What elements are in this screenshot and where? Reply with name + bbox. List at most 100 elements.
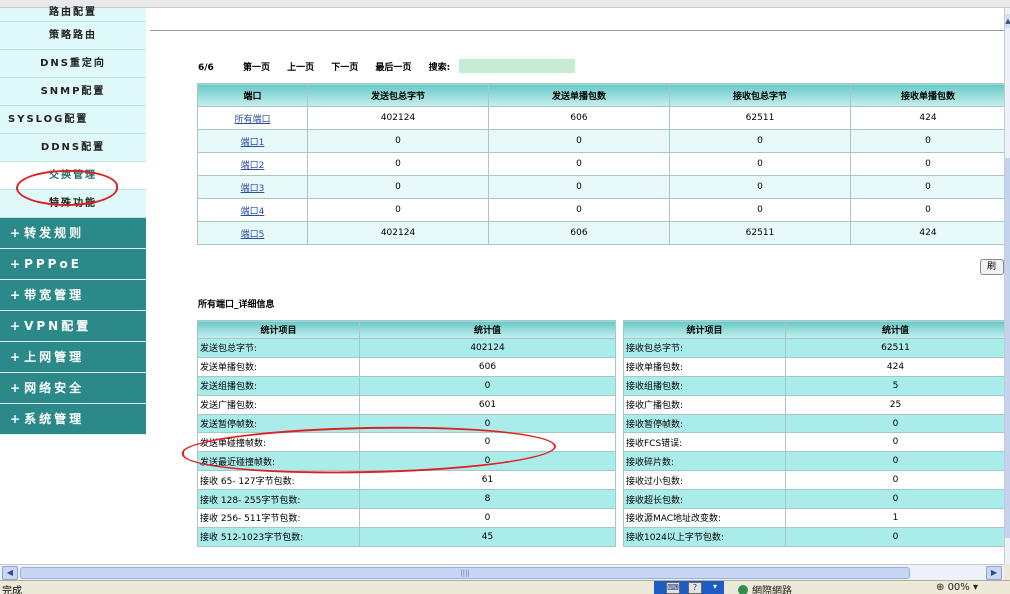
port-link-2[interactable]: 端口2 [241, 161, 265, 171]
stat-value: 0 [359, 413, 616, 434]
table-cell: 0 [307, 175, 489, 199]
help-icon[interactable]: ? [688, 582, 702, 594]
table-cell: 0 [307, 129, 489, 153]
table-cell: 606 [488, 221, 670, 245]
stat-value: 5 [785, 375, 1006, 396]
table-cell: 0 [488, 129, 670, 153]
sidebar-menu-pppoe[interactable]: + PPPoE [0, 249, 146, 280]
port-link-all[interactable]: 所有端口 [234, 115, 270, 125]
table-row: 端口2 0 0 0 0 [197, 152, 1006, 176]
stat-value: 0 [785, 432, 1006, 453]
table-row: 接收过小包数: 0 [623, 470, 1006, 491]
keyboard-icon[interactable]: ⌨ [666, 582, 680, 594]
table-row: 接收碎片数: 0 [623, 451, 1006, 472]
horizontal-scrollbar[interactable]: ◀ |||| ▶ [0, 564, 1004, 580]
first-page-link[interactable]: 第一页 [243, 63, 270, 73]
stat-label: 发送组播包数: [197, 375, 360, 396]
zone-label: 網際網路 [752, 586, 792, 594]
sidebar-item-policy-routing[interactable]: 策略路由 [0, 22, 146, 50]
scroll-thumb[interactable]: |||| [20, 567, 910, 579]
table-row: 接收超长包数: 0 [623, 489, 1006, 510]
stat-label: 接收过小包数: [623, 470, 786, 491]
table-row: 接收包总字节: 62511 [623, 338, 1006, 358]
table-cell: 0 [488, 175, 670, 199]
table-row: 端口5 402124 606 62511 424 [197, 221, 1006, 245]
column-header: 接收包总字节 [669, 83, 851, 107]
table-header-row: 统计项目 统计值 [623, 320, 1006, 339]
sidebar-menu-internet-management[interactable]: + 上网管理 [0, 342, 146, 373]
port-link-4[interactable]: 端口4 [241, 207, 265, 217]
sidebar-menu-bandwidth[interactable]: + 带宽管理 [0, 280, 146, 311]
vertical-scrollbar[interactable]: ▲ [1004, 8, 1010, 564]
table-cell: 0 [307, 152, 489, 176]
stat-value: 61 [359, 470, 616, 491]
expand-plus-icon: + [10, 412, 21, 426]
stat-value: 62511 [785, 338, 1006, 358]
prev-page-link[interactable]: 上一页 [287, 63, 314, 73]
globe-icon [738, 585, 748, 594]
scroll-left-icon[interactable]: ◀ [2, 566, 18, 580]
port-link-5[interactable]: 端口5 [241, 230, 265, 240]
table-row: 接收组播包数: 5 [623, 375, 1006, 396]
stat-label: 接收 256- 511字节包数: [197, 508, 360, 528]
column-header: 统计项目 [197, 320, 360, 339]
table-cell: 606 [488, 106, 670, 130]
stat-label: 发送单播包数: [197, 356, 360, 377]
port-link-1[interactable]: 端口1 [241, 138, 265, 148]
zoom-level[interactable]: ⊕ 00% ▾ [936, 582, 978, 593]
sidebar-menu-vpn[interactable]: + VPN配置 [0, 311, 146, 342]
sidebar-menu-system-management[interactable]: + 系统管理 [0, 404, 146, 435]
stat-value: 0 [359, 432, 616, 453]
stat-label: 接收源MAC地址改变数: [623, 508, 786, 528]
sidebar-item-dns-redirect[interactable]: DNS重定向 [0, 50, 146, 78]
stat-label: 接收广播包数: [623, 394, 786, 415]
search-input[interactable] [459, 59, 576, 73]
table-cell: 0 [669, 198, 851, 222]
sidebar-item-switch-management[interactable]: 交换管理 [0, 162, 146, 190]
table-cell: 0 [850, 175, 1006, 199]
table-row: 端口4 0 0 0 0 [197, 198, 1006, 222]
security-zone: 網際網路 [738, 582, 792, 594]
table-row: 接收 512-1023字节包数: 45 [197, 526, 616, 547]
stat-value: 0 [359, 451, 616, 472]
stat-value: 0 [785, 489, 1006, 510]
top-strip [0, 0, 1010, 8]
scrollbar-corner [1004, 564, 1010, 580]
scroll-up-icon[interactable]: ▲ [1005, 14, 1010, 28]
stat-label: 发送广播包数: [197, 394, 360, 415]
stat-value: 0 [785, 451, 1006, 472]
sidebar-item-routing-config[interactable]: 路由配置 [0, 8, 146, 22]
sidebar-menu-network-security[interactable]: + 网络安全 [0, 373, 146, 404]
stat-value: 1 [785, 508, 1006, 528]
pagination-bar: 6/6 第一页 上一页 下一页 最后一页 搜索: [198, 59, 576, 74]
column-header: 统计值 [785, 320, 1006, 339]
stat-label: 接收组播包数: [623, 375, 786, 396]
sidebar-item-snmp-config[interactable]: SNMP配置 [0, 78, 146, 106]
menu-label: 系统管理 [24, 412, 85, 426]
refresh-button[interactable]: 刷 [980, 259, 1004, 275]
next-page-link[interactable]: 下一页 [331, 63, 358, 73]
stat-label: 发送单碰撞帧数: [197, 432, 360, 453]
last-page-link[interactable]: 最后一页 [375, 63, 411, 73]
sidebar-item-syslog-config[interactable]: SYSLOG配置 [0, 106, 146, 134]
sidebar-item-special-functions[interactable]: 特殊功能 [0, 190, 146, 218]
divider [150, 30, 1004, 31]
table-row: 接收 128- 255字节包数: 8 [197, 489, 616, 510]
scroll-right-icon[interactable]: ▶ [986, 566, 1002, 580]
column-header: 发送包总字节 [307, 83, 489, 107]
menu-label: 转发规则 [24, 226, 85, 240]
table-row: 发送组播包数: 0 [197, 375, 616, 396]
table-header-row: 端口 发送包总字节 发送单播包数 接收包总字节 接收单播包数 [197, 83, 1006, 107]
scroll-thumb[interactable] [1005, 158, 1010, 538]
table-cell: 0 [307, 198, 489, 222]
sidebar-item-ddns-config[interactable]: DDNS配置 [0, 134, 146, 162]
chevron-down-icon[interactable]: ▾ [708, 582, 722, 594]
expand-plus-icon: + [10, 350, 21, 364]
port-link-3[interactable]: 端口3 [241, 184, 265, 194]
table-header-row: 统计项目 统计值 [197, 320, 616, 339]
table-cell: 0 [850, 152, 1006, 176]
stat-label: 发送暂停帧数: [197, 413, 360, 434]
zoom-value: 00% [947, 582, 970, 593]
sidebar-menu-forwarding-rules[interactable]: + 转发规则 [0, 218, 146, 249]
menu-label: 上网管理 [24, 350, 85, 364]
